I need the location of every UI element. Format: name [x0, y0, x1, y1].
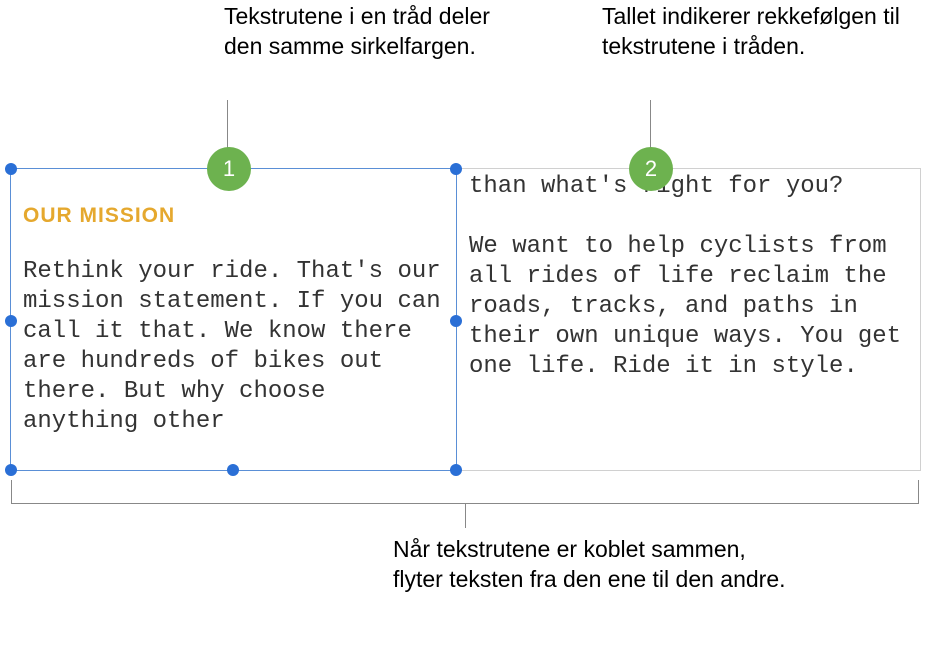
text-box-body: Rethink your ride. That's our mission st…: [23, 258, 441, 435]
thread-badge-1: 1: [207, 147, 251, 191]
resize-handle[interactable]: [5, 464, 17, 476]
text-box-2[interactable]: than what's right for you? We want to he…: [457, 168, 922, 471]
callout-top-right: Tallet indikerer rekkefølgen til tekstru…: [602, 2, 922, 62]
text-box-body-part2: We want to help cyclists from all rides …: [469, 233, 901, 380]
resize-handle[interactable]: [5, 163, 17, 175]
leader-line: [650, 100, 651, 150]
thread-badge-2: 2: [629, 147, 673, 191]
text-box-1[interactable]: OUR MISSION Rethink your ride. That's ou…: [10, 168, 457, 471]
text-box-heading: OUR MISSION: [23, 203, 444, 229]
badge-number: 1: [223, 156, 235, 182]
diagram-canvas: OUR MISSION Rethink your ride. That's ou…: [10, 168, 921, 471]
callout-bottom: Når tekstrutene er koblet sammen, flyter…: [393, 535, 793, 595]
callout-top-left: Tekstrutene i en tråd deler den samme si…: [224, 2, 524, 62]
resize-handle[interactable]: [5, 315, 17, 327]
bracket: [11, 480, 919, 504]
bracket-stem: [465, 504, 466, 528]
leader-line: [227, 100, 228, 150]
resize-handle[interactable]: [227, 464, 239, 476]
badge-number: 2: [645, 156, 657, 182]
